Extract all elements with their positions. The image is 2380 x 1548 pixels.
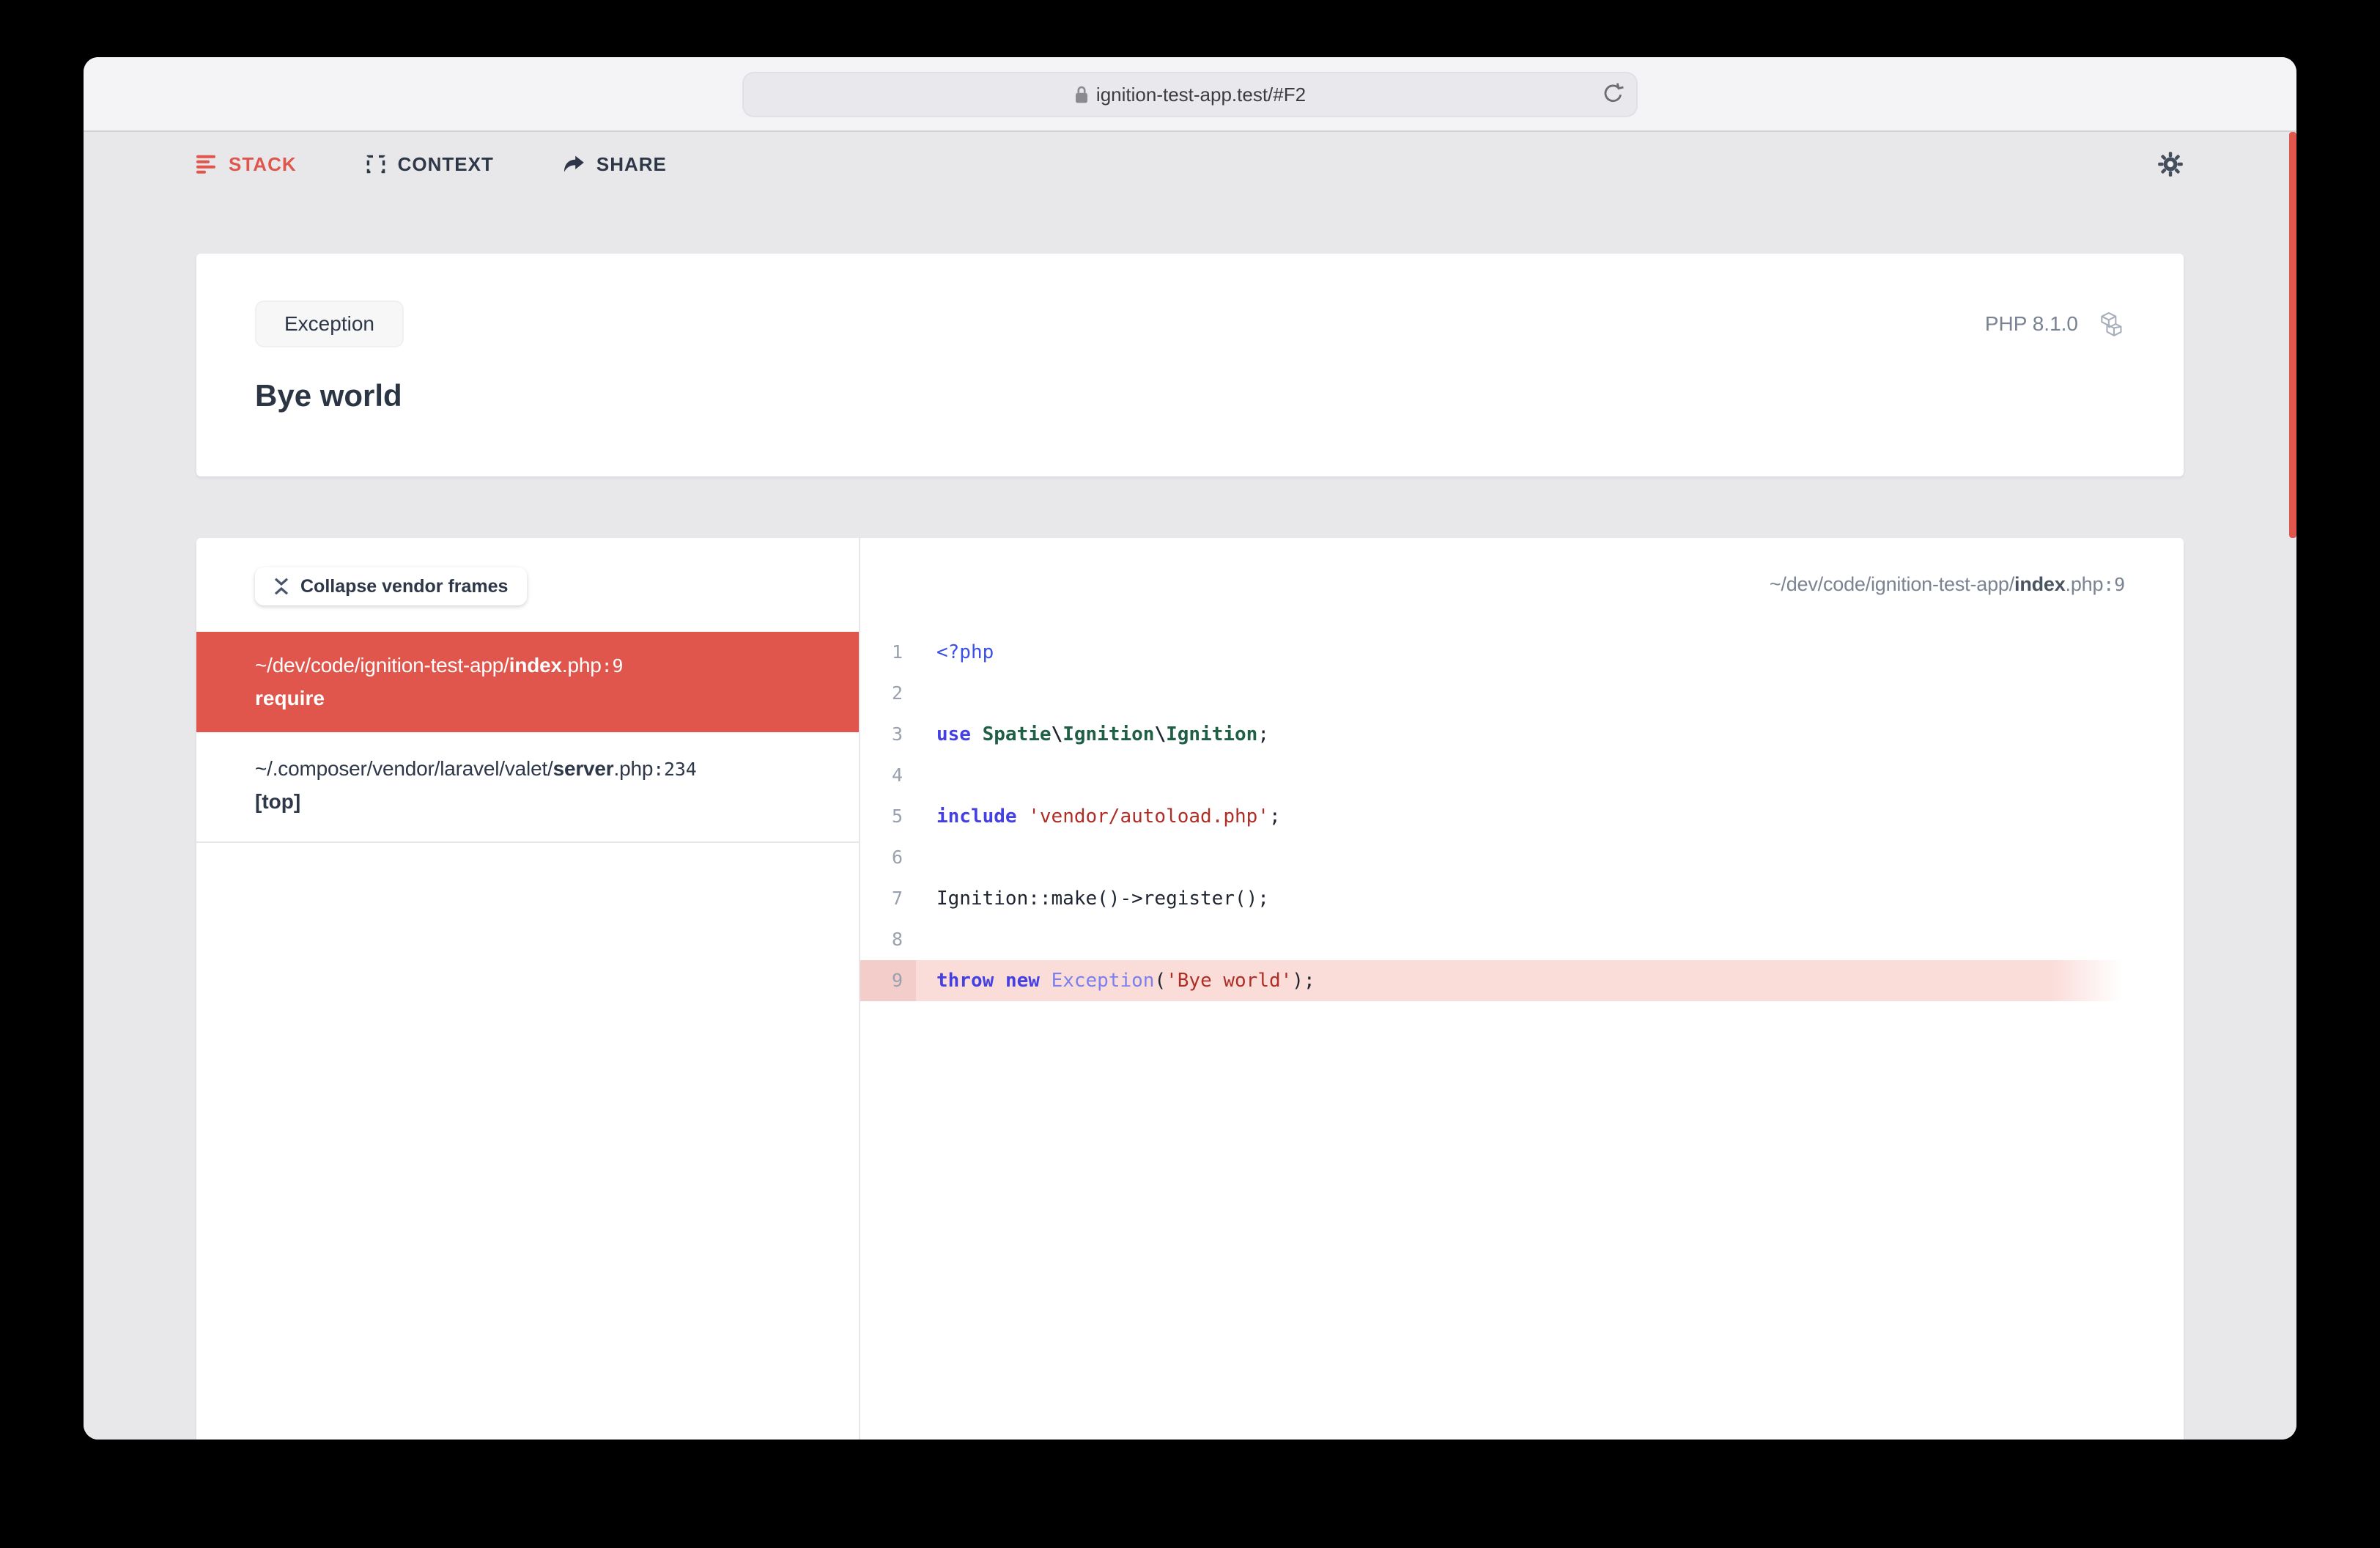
line-number: 9 (860, 960, 916, 1001)
browser-toolbar: ignition-test-app.test/#F2 (84, 57, 2296, 163)
php-version: PHP 8.1.0 (1984, 312, 2078, 335)
address-bar[interactable]: ignition-test-app.test/#F2 (742, 72, 1638, 117)
code-line: 5 include 'vendor/autoload.php'; (860, 796, 2122, 837)
brackets-icon (366, 155, 386, 174)
code-line: 3 use Spatie\Ignition\Ignition; (860, 714, 2122, 755)
frame-method: [top] (255, 790, 301, 813)
stack-list-icon (196, 155, 217, 174)
url-text: ignition-test-app.test/#F2 (1095, 83, 1307, 106)
code-line: 1 <?php (860, 632, 2122, 673)
frame-method: require (255, 687, 325, 710)
line-number: 3 (891, 723, 903, 745)
stack-frames: ~/dev/code/ignition-test-app/index.php:9… (196, 632, 859, 843)
stack-trace-card: Collapse vendor frames ~/dev/code/igniti… (196, 538, 2184, 1440)
code-text: Ignition::make()->register(); (936, 888, 1269, 910)
tab-context-label: CONTEXT (397, 152, 494, 175)
browser-window: ignition-test-app.test/#F2 STACK CONTEXT… (84, 57, 2296, 1440)
code-text: <?php (936, 641, 994, 663)
reload-button[interactable] (1601, 82, 1625, 106)
code-text: use Spatie\Ignition\Ignition; (936, 723, 1269, 745)
frame-path: ~/.composer/vendor/laravel/valet/server.… (255, 757, 697, 780)
code-text: include 'vendor/autoload.php'; (936, 806, 1281, 828)
collapse-vendor-frames-button[interactable]: Collapse vendor frames (255, 567, 528, 605)
screen: ignition-test-app.test/#F2 STACK CONTEXT… (0, 0, 2380, 1548)
laravel-icon (2097, 309, 2125, 339)
tab-stack[interactable]: STACK (196, 153, 297, 176)
exception-type-label: Exception (284, 312, 374, 335)
frame-path: ~/dev/code/ignition-test-app/index.php:9 (255, 654, 624, 677)
tab-share-label: SHARE (596, 152, 667, 175)
line-number: 7 (891, 888, 903, 909)
code-line: 8 (860, 919, 2122, 960)
settings-button[interactable] (2157, 151, 2184, 177)
tab-stack-label: STACK (229, 152, 297, 175)
share-arrow-icon (563, 155, 585, 174)
code-line: 4 (860, 755, 2122, 796)
code-snippet: 1 <?php 2 3 use Spatie\Ignition\Ignition; 4 5 i… (860, 632, 2184, 1001)
line-number: 1 (891, 641, 903, 663)
code-line: 6 (860, 837, 2122, 878)
line-number: 4 (891, 764, 903, 786)
exception-card: Exception PHP 8.1.0 Bye world (196, 254, 2184, 476)
code-panel: ~/dev/code/ignition-test-app/index.php:9… (860, 538, 2184, 1440)
ignition-nav: STACK CONTEXT SHARE (196, 151, 2184, 177)
code-line-highlighted: 9 throw new Exception('Bye world'); (860, 960, 2122, 1001)
stack-frame[interactable]: ~/.composer/vendor/laravel/valet/server.… (196, 732, 859, 843)
lock-icon (1074, 85, 1089, 104)
code-text: throw new Exception('Bye world'); (916, 960, 2122, 1001)
tab-share[interactable]: SHARE (563, 153, 667, 176)
stack-frame[interactable]: ~/dev/code/ignition-test-app/index.php:9… (196, 632, 859, 732)
gear-icon (2157, 151, 2184, 177)
exception-type-badge: Exception (255, 301, 404, 347)
code-header-path: ~/dev/code/ignition-test-app/index.php:9 (1769, 573, 2125, 595)
line-number: 6 (891, 847, 903, 868)
tab-context[interactable]: CONTEXT (366, 153, 494, 176)
reload-icon (1601, 82, 1625, 106)
code-line: 2 (860, 673, 2122, 714)
code-line: 7 Ignition::make()->register(); (860, 878, 2122, 919)
line-number: 8 (891, 929, 903, 950)
collapse-vendor-frames-label: Collapse vendor frames (300, 575, 509, 597)
exception-message: Bye world (255, 378, 402, 413)
page-content: STACK CONTEXT SHARE Exception PHP 8.1.0 … (84, 132, 2296, 1440)
line-number: 2 (891, 682, 903, 704)
line-number: 5 (891, 806, 903, 827)
page-scrollbar[interactable] (2289, 132, 2296, 538)
frames-panel: Collapse vendor frames ~/dev/code/igniti… (196, 538, 860, 1440)
collapse-icon (274, 577, 289, 596)
